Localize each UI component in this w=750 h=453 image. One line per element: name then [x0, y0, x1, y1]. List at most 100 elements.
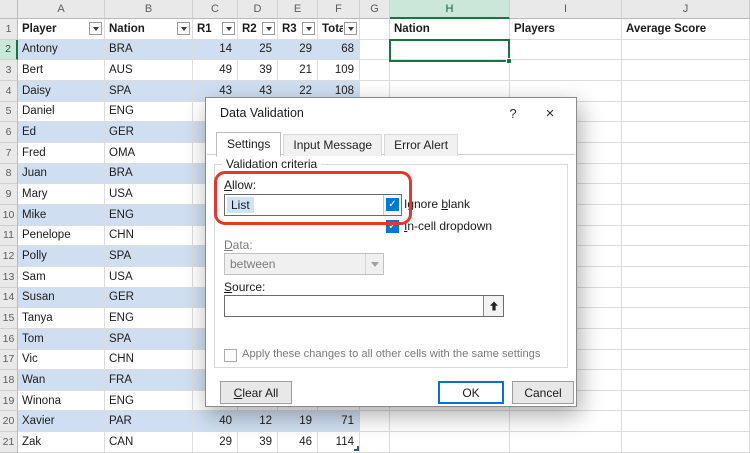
cell-G1[interactable]: [360, 19, 390, 40]
row-header-16[interactable]: 16: [0, 329, 18, 350]
cell-J21[interactable]: [622, 432, 750, 453]
cell-A1[interactable]: Player: [18, 19, 105, 40]
cell-J13[interactable]: [622, 267, 750, 288]
cell-B1[interactable]: Nation: [105, 19, 193, 40]
ignore-blank-checkbox[interactable]: ✓ Ignore blank: [386, 197, 470, 211]
cell-A16[interactable]: Tom: [18, 329, 105, 350]
column-header-C[interactable]: C: [193, 0, 238, 19]
cell-A18[interactable]: Wan: [18, 370, 105, 391]
row-header-3[interactable]: 3: [0, 60, 18, 81]
cell-E3[interactable]: 21: [278, 60, 318, 81]
cell-J12[interactable]: [622, 246, 750, 267]
cell-J3[interactable]: [622, 60, 750, 81]
cell-F3[interactable]: 109: [318, 60, 360, 81]
cell-J11[interactable]: [622, 226, 750, 247]
cell-C2[interactable]: 14: [193, 40, 238, 61]
cell-A9[interactable]: Mary: [18, 184, 105, 205]
cell-B12[interactable]: SPA: [105, 246, 193, 267]
row-header-9[interactable]: 9: [0, 184, 18, 205]
filter-button-Nation[interactable]: [177, 22, 190, 35]
in-cell-dropdown-checkbox[interactable]: ✓ In-cell dropdown: [386, 219, 492, 233]
cell-J18[interactable]: [622, 370, 750, 391]
filter-button-R2[interactable]: [262, 22, 275, 35]
cell-F20[interactable]: 71: [318, 411, 360, 432]
cell-H1[interactable]: Nation: [390, 19, 510, 40]
cell-C20[interactable]: 40: [193, 411, 238, 432]
fill-handle[interactable]: [506, 58, 512, 64]
filter-button-Player[interactable]: [89, 22, 102, 35]
cell-A20[interactable]: Xavier: [18, 411, 105, 432]
close-button[interactable]: ×: [532, 100, 568, 126]
cell-B10[interactable]: ENG: [105, 205, 193, 226]
allow-dropdown[interactable]: List: [224, 194, 402, 216]
cell-J10[interactable]: [622, 205, 750, 226]
cell-A15[interactable]: Tanya: [18, 308, 105, 329]
cell-E21[interactable]: 46: [278, 432, 318, 453]
cell-C3[interactable]: 49: [193, 60, 238, 81]
cell-A2[interactable]: Antony: [18, 40, 105, 61]
cell-D20[interactable]: 12: [238, 411, 278, 432]
cell-J7[interactable]: [622, 143, 750, 164]
cell-I1[interactable]: Players: [510, 19, 622, 40]
range-select-button[interactable]: [483, 296, 503, 316]
cell-B4[interactable]: SPA: [105, 81, 193, 102]
cell-D3[interactable]: 39: [238, 60, 278, 81]
cell-F1[interactable]: Total: [318, 19, 360, 40]
cell-E1[interactable]: R3: [278, 19, 318, 40]
active-cell-selection-H2[interactable]: [389, 39, 510, 62]
cell-B18[interactable]: FRA: [105, 370, 193, 391]
cell-A17[interactable]: Vic: [18, 350, 105, 371]
cell-J14[interactable]: [622, 288, 750, 309]
cell-I21[interactable]: [510, 432, 622, 453]
tab-input-message[interactable]: Input Message: [283, 134, 382, 156]
cell-I2[interactable]: [510, 40, 622, 61]
row-header-12[interactable]: 12: [0, 246, 18, 267]
cell-G20[interactable]: [360, 411, 390, 432]
column-header-A[interactable]: A: [18, 0, 105, 19]
cancel-button[interactable]: Cancel: [512, 381, 574, 404]
cell-B8[interactable]: BRA: [105, 164, 193, 185]
row-header-14[interactable]: 14: [0, 288, 18, 309]
cell-J16[interactable]: [622, 329, 750, 350]
row-header-6[interactable]: 6: [0, 122, 18, 143]
cell-E20[interactable]: 19: [278, 411, 318, 432]
row-header-21[interactable]: 21: [0, 432, 18, 453]
filter-button-R3[interactable]: [302, 22, 315, 35]
tab-error-alert[interactable]: Error Alert: [384, 134, 458, 156]
cell-B14[interactable]: GER: [105, 288, 193, 309]
row-header-7[interactable]: 7: [0, 143, 18, 164]
cell-B6[interactable]: GER: [105, 122, 193, 143]
cell-G21[interactable]: [360, 432, 390, 453]
cell-A21[interactable]: Zak: [18, 432, 105, 453]
cell-J6[interactable]: [622, 122, 750, 143]
cell-D1[interactable]: R2: [238, 19, 278, 40]
cell-B21[interactable]: CAN: [105, 432, 193, 453]
cell-A7[interactable]: Fred: [18, 143, 105, 164]
checkbox-checked-icon[interactable]: ✓: [386, 198, 399, 211]
column-header-J[interactable]: J: [622, 0, 750, 19]
row-header-8[interactable]: 8: [0, 164, 18, 185]
column-header-G[interactable]: G: [360, 0, 390, 19]
column-header-F[interactable]: F: [318, 0, 360, 19]
cell-B17[interactable]: CHN: [105, 350, 193, 371]
cell-J19[interactable]: [622, 391, 750, 412]
cell-B7[interactable]: OMA: [105, 143, 193, 164]
cell-D21[interactable]: 39: [238, 432, 278, 453]
row-header-2[interactable]: 2: [0, 40, 18, 61]
row-header-5[interactable]: 5: [0, 102, 18, 123]
cell-A5[interactable]: Daniel: [18, 102, 105, 123]
cell-A13[interactable]: Sam: [18, 267, 105, 288]
table-resize-handle[interactable]: [354, 446, 359, 451]
cell-C1[interactable]: R1: [193, 19, 238, 40]
cell-C21[interactable]: 29: [193, 432, 238, 453]
column-header-I[interactable]: I: [510, 0, 622, 19]
row-header-11[interactable]: 11: [0, 226, 18, 247]
checkbox-checked-icon[interactable]: ✓: [386, 220, 399, 233]
filter-button-R1[interactable]: [222, 22, 235, 35]
tab-settings[interactable]: Settings: [216, 132, 281, 157]
row-header-10[interactable]: 10: [0, 205, 18, 226]
cell-B13[interactable]: USA: [105, 267, 193, 288]
cell-A19[interactable]: Winona: [18, 391, 105, 412]
cell-J8[interactable]: [622, 164, 750, 185]
cell-J2[interactable]: [622, 40, 750, 61]
